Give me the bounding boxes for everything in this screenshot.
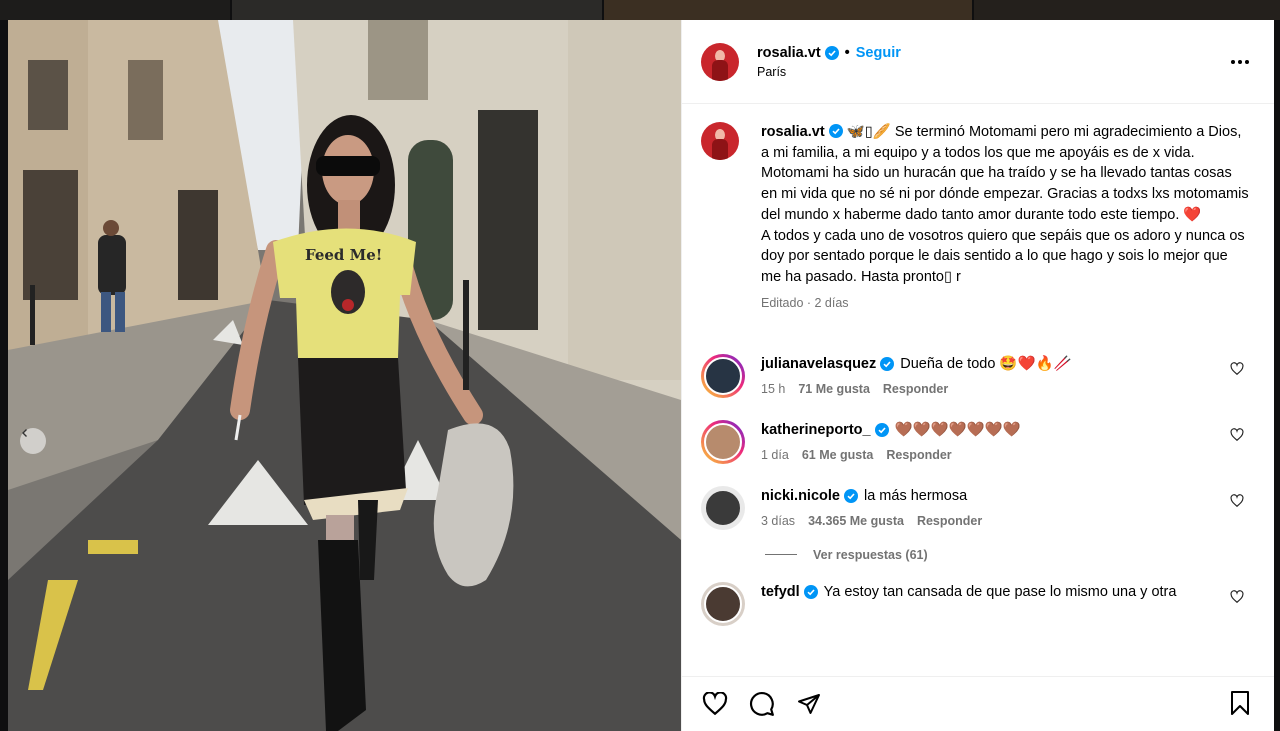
comment-username[interactable]: julianavelasquez <box>761 354 876 374</box>
comment-time[interactable]: 15 h <box>761 382 785 396</box>
view-replies-label: Ver respuestas (61) <box>813 547 928 562</box>
post-header: rosalia.vt • Seguir París <box>682 20 1274 104</box>
heart-icon[interactable] <box>1230 589 1244 604</box>
backdrop-tile <box>974 0 1280 20</box>
comment-likes[interactable]: 71 Me gusta <box>798 382 870 396</box>
shirt-print-text: Feed Me! <box>305 246 382 264</box>
caption-text-block: rosalia.vt 🦋▯🥖 Se terminó Motomami pero … <box>761 122 1251 288</box>
caption-avatar[interactable] <box>701 122 739 160</box>
comment-item: nicki.nicole la más hermosa 3 días 34.365… <box>701 485 1258 530</box>
comment-button[interactable] <box>748 690 776 718</box>
comment-text: Ya estoy tan cansada de que pase lo mism… <box>823 583 1177 600</box>
commenter-avatar[interactable] <box>701 485 745 530</box>
commenter-avatar[interactable] <box>701 353 745 398</box>
comment-item: julianavelasquez Dueña de todo 🤩❤️🔥🥢 15 … <box>701 353 1258 398</box>
post-side-panel: rosalia.vt • Seguir París rosalia.vt 🦋▯🥖… <box>681 20 1274 731</box>
heart-icon[interactable] <box>1230 493 1244 508</box>
comment-username[interactable]: katherineporto_ <box>761 420 871 440</box>
comments-scroll[interactable]: rosalia.vt 🦋▯🥖 Se terminó Motomami pero … <box>682 104 1274 676</box>
post-modal: Feed Me! rosalia.vt • Seguir París rosal… <box>8 20 1274 731</box>
share-button[interactable] <box>795 690 823 718</box>
carousel-prev-button[interactable] <box>20 428 46 454</box>
heart-icon[interactable] <box>1230 361 1244 376</box>
follow-button[interactable]: Seguir <box>856 45 901 61</box>
photo-illustration: Feed Me! <box>8 20 681 731</box>
post-actions-bar <box>682 676 1274 731</box>
comment-icon <box>750 692 774 716</box>
comment-likes[interactable]: 61 Me gusta <box>802 448 874 462</box>
commenter-avatar[interactable] <box>701 419 745 464</box>
reply-button[interactable]: Responder <box>917 514 982 528</box>
comment-item: katherineporto_ 🤎🤎🤎🤎🤎🤎🤎 1 día 61 Me gusta… <box>701 419 1258 464</box>
post-photo: Feed Me! <box>8 20 681 731</box>
comment-item: tefydl Ya estoy tan cansada de que pase … <box>701 581 1258 626</box>
verified-icon <box>803 584 818 599</box>
author-username[interactable]: rosalia.vt <box>757 45 821 61</box>
comment-time[interactable]: 1 día <box>761 448 789 462</box>
comment-username[interactable]: tefydl <box>761 582 800 602</box>
save-button[interactable] <box>1228 690 1256 718</box>
author-avatar[interactable] <box>701 42 739 81</box>
author-info: rosalia.vt • Seguir París <box>757 45 901 79</box>
commenter-avatar[interactable] <box>701 581 745 626</box>
backdrop-tile <box>232 0 602 20</box>
backdrop-tile <box>604 0 972 20</box>
post-location[interactable]: París <box>757 65 901 79</box>
post-caption: rosalia.vt 🦋▯🥖 Se terminó Motomami pero … <box>701 122 1258 310</box>
verified-icon <box>828 124 843 138</box>
reply-button[interactable]: Responder <box>886 448 951 462</box>
view-replies-button[interactable]: Ver respuestas (61) <box>765 548 1258 562</box>
verified-icon <box>874 422 889 437</box>
comment-username[interactable]: nicki.nicole <box>761 486 840 506</box>
verified-icon <box>843 488 858 503</box>
caption-username[interactable]: rosalia.vt <box>761 124 825 140</box>
save-icon <box>1231 691 1249 715</box>
reply-button[interactable]: Responder <box>883 382 948 396</box>
separator-dot: • <box>844 44 850 61</box>
backdrop-tile <box>0 0 230 20</box>
comment-time[interactable]: 3 días <box>761 514 795 528</box>
comment-text: la más hermosa <box>863 487 968 504</box>
comment-text: Dueña de todo 🤩❤️🔥🥢 <box>900 355 1072 372</box>
comment-text: 🤎🤎🤎🤎🤎🤎🤎 <box>894 421 1021 438</box>
caption-meta: Editado · 2 días <box>761 295 849 310</box>
more-icon <box>1231 60 1249 64</box>
share-icon <box>798 694 820 714</box>
more-options-button[interactable] <box>1228 50 1252 74</box>
chevron-left-icon <box>22 429 27 437</box>
verified-icon <box>880 356 895 371</box>
caption-text: 🦋▯🥖 Se terminó Motomami pero mi agradeci… <box>761 124 1249 285</box>
like-button[interactable] <box>701 690 729 718</box>
heart-icon[interactable] <box>1230 427 1244 442</box>
comment-likes[interactable]: 34.365 Me gusta <box>808 514 904 528</box>
verified-icon <box>824 45 839 60</box>
heart-icon <box>702 692 728 716</box>
